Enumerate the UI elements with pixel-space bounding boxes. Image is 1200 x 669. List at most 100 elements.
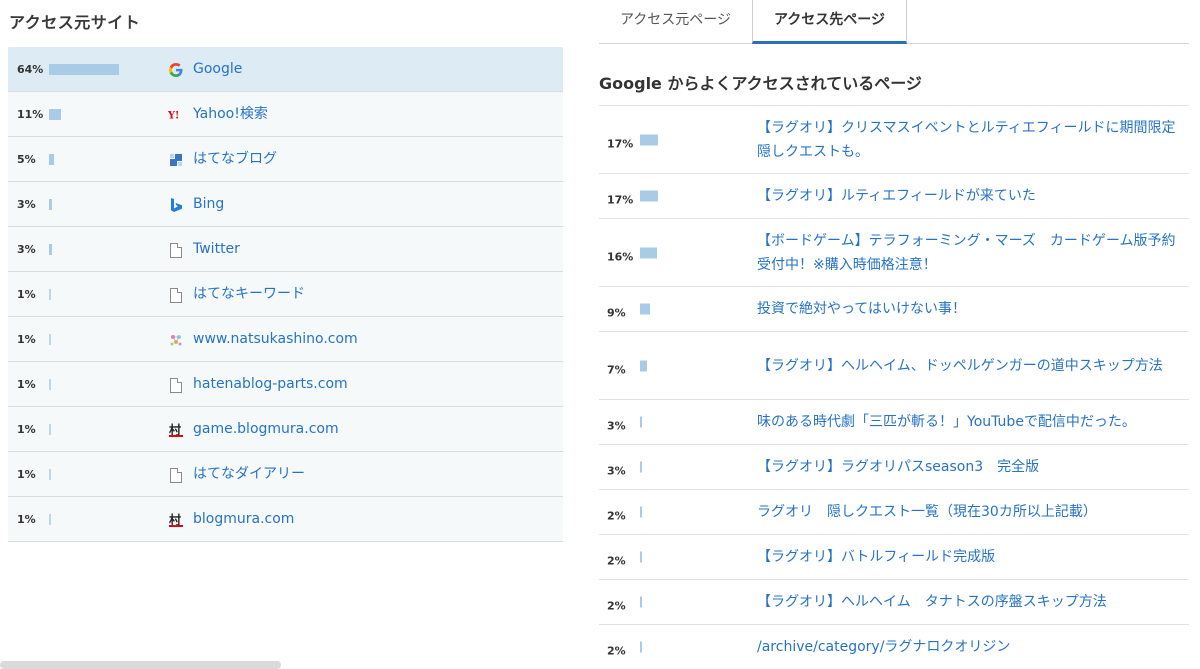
access-sources-table: 64% Google 11% Y! Yahoo!検索 5% はてなブログ 3% Bing 3% Tw… bbox=[8, 47, 563, 542]
source-row[interactable]: 3% Bing bbox=[8, 182, 563, 227]
source-row[interactable]: 1% www.natsukashino.com bbox=[8, 317, 563, 362]
source-link[interactable]: hatenablog-parts.com bbox=[193, 362, 348, 407]
page-row: 3% 【ラグオリ】ラグオリパスseason3 完全版 bbox=[599, 445, 1189, 490]
tab-referrer-pages[interactable]: アクセス元ページ bbox=[599, 0, 752, 44]
page-link[interactable]: 味のある時代劇「三匹が斬る！」YouTubeで配信中だった。 bbox=[757, 410, 1185, 434]
page-row: 16% 【ボードゲーム】テラフォーミング・マーズ カードゲーム版予約受付中！※購入… bbox=[599, 219, 1189, 287]
source-share-bar bbox=[49, 154, 54, 165]
source-link[interactable]: はてなダイアリー bbox=[193, 452, 305, 497]
page-link[interactable]: 【ラグオリ】クリスマスイベントとルティエフィールドに期間限定隠しクエストも。 bbox=[757, 116, 1185, 164]
source-share-bar bbox=[49, 64, 119, 75]
document-icon bbox=[168, 287, 184, 303]
page-percent: 3% bbox=[607, 464, 626, 478]
page-share-bar bbox=[640, 551, 642, 563]
page-row: 2% ラグオリ 隠しクエスト一覧（現在30カ所以上記載） bbox=[599, 490, 1189, 535]
popular-pages-table: 17% 【ラグオリ】クリスマスイベントとルティエフィールドに期間限定隠しクエストも… bbox=[599, 105, 1189, 669]
source-link[interactable]: はてなブログ bbox=[193, 137, 277, 182]
page-row: 2% /archive/category/ラグナロクオリジン bbox=[599, 625, 1189, 669]
source-percent: 5% bbox=[17, 153, 36, 166]
page-link[interactable]: 【ラグオリ】バトルフィールド完成版 bbox=[757, 545, 1185, 569]
source-share-bar bbox=[49, 379, 51, 390]
source-percent: 3% bbox=[17, 198, 36, 211]
source-link[interactable]: Google bbox=[193, 47, 242, 92]
source-link[interactable]: Twitter bbox=[193, 227, 240, 272]
source-row[interactable]: 64% Google bbox=[8, 47, 563, 92]
access-sources-title: アクセス元サイト bbox=[9, 13, 141, 32]
source-row[interactable]: 11% Y! Yahoo!検索 bbox=[8, 92, 563, 137]
source-share-bar bbox=[49, 199, 52, 210]
horizontal-scrollbar[interactable] bbox=[0, 661, 281, 669]
source-link[interactable]: Bing bbox=[193, 182, 224, 227]
page-share-bar bbox=[640, 641, 642, 653]
tab-destination-pages[interactable]: アクセス先ページ bbox=[752, 0, 907, 44]
page-percent: 2% bbox=[607, 644, 626, 658]
document-icon bbox=[168, 377, 184, 393]
source-link[interactable]: game.blogmura.com bbox=[193, 407, 339, 452]
page-share-bar bbox=[640, 461, 642, 473]
source-row[interactable]: 1% hatenablog-parts.com bbox=[8, 362, 563, 407]
page-tabs: アクセス元ページ アクセス先ページ bbox=[599, 0, 1189, 44]
page-share-bar bbox=[640, 134, 658, 145]
page-link[interactable]: /archive/category/ラグナロクオリジン bbox=[757, 635, 1185, 659]
source-row[interactable]: 3% Twitter bbox=[8, 227, 563, 272]
page-link[interactable]: 【ラグオリ】ルティエフィールドが来ていた bbox=[757, 184, 1185, 208]
source-percent: 1% bbox=[17, 513, 36, 526]
source-row[interactable]: 1% 村 game.blogmura.com bbox=[8, 407, 563, 452]
page-row: 7% 【ラグオリ】ヘルヘイム、ドッペルゲンガーの道中スキップ方法 bbox=[599, 332, 1189, 400]
page-share-bar bbox=[640, 506, 642, 518]
page-link[interactable]: 【ラグオリ】ヘルヘイム タナトスの序盤スキップ方法 bbox=[757, 590, 1185, 614]
source-share-bar bbox=[49, 244, 52, 255]
source-percent: 1% bbox=[17, 288, 36, 301]
source-percent: 1% bbox=[17, 423, 36, 436]
hatenablog-icon bbox=[168, 152, 184, 168]
bing-icon bbox=[168, 197, 184, 213]
page-percent: 3% bbox=[607, 419, 626, 433]
source-share-bar bbox=[49, 514, 51, 525]
page-link[interactable]: 投資で絶対やってはいけない事！ bbox=[757, 297, 1185, 321]
page-link[interactable]: 【ボードゲーム】テラフォーミング・マーズ カードゲーム版予約受付中！※購入時価格… bbox=[757, 229, 1185, 277]
source-row[interactable]: 1% はてなキーワード bbox=[8, 272, 563, 317]
page-share-bar bbox=[640, 416, 642, 428]
page-row: 17% 【ラグオリ】クリスマスイベントとルティエフィールドに期間限定隠しクエストも… bbox=[599, 106, 1189, 174]
page-share-bar bbox=[640, 360, 647, 371]
page-percent: 17% bbox=[607, 193, 634, 207]
page-link[interactable]: 【ラグオリ】ラグオリパスseason3 完全版 bbox=[757, 455, 1185, 479]
page-link[interactable]: ラグオリ 隠しクエスト一覧（現在30カ所以上記載） bbox=[757, 500, 1185, 524]
blogmura-icon: 村 bbox=[168, 512, 184, 528]
popular-pages-title: Google からよくアクセスされているページ bbox=[599, 74, 922, 93]
source-link[interactable]: Yahoo!検索 bbox=[193, 92, 268, 137]
source-share-bar bbox=[49, 109, 61, 120]
blogmura-icon: 村 bbox=[168, 422, 184, 438]
page-percent: 16% bbox=[607, 250, 634, 263]
source-percent: 1% bbox=[17, 333, 36, 346]
page-share-bar bbox=[640, 190, 658, 202]
source-share-bar bbox=[49, 469, 51, 480]
page-row: 17% 【ラグオリ】ルティエフィールドが来ていた bbox=[599, 174, 1189, 219]
page-link[interactable]: 【ラグオリ】ヘルヘイム、ドッペルゲンガーの道中スキップ方法 bbox=[757, 354, 1185, 378]
page-percent: 2% bbox=[607, 554, 626, 568]
source-row[interactable]: 1% 村 blogmura.com bbox=[8, 497, 563, 542]
source-percent: 1% bbox=[17, 378, 36, 391]
page-row: 2% 【ラグオリ】ヘルヘイム タナトスの序盤スキップ方法 bbox=[599, 580, 1189, 625]
source-share-bar bbox=[49, 334, 51, 345]
svg-text:Y!: Y! bbox=[168, 111, 179, 121]
page-row: 2% 【ラグオリ】バトルフィールド完成版 bbox=[599, 535, 1189, 580]
page-share-bar bbox=[640, 596, 642, 608]
source-link[interactable]: blogmura.com bbox=[193, 497, 294, 542]
source-row[interactable]: 5% はてなブログ bbox=[8, 137, 563, 182]
source-link[interactable]: www.natsukashino.com bbox=[193, 317, 358, 362]
page-percent: 2% bbox=[607, 599, 626, 613]
page-percent: 9% bbox=[607, 306, 626, 320]
source-row[interactable]: 1% はてなダイアリー bbox=[8, 452, 563, 497]
source-link[interactable]: はてなキーワード bbox=[193, 272, 305, 317]
page-row: 3% 味のある時代劇「三匹が斬る！」YouTubeで配信中だった。 bbox=[599, 400, 1189, 445]
page-row: 9% 投資で絶対やってはいけない事！ bbox=[599, 287, 1189, 332]
document-icon bbox=[168, 242, 184, 258]
page-share-bar bbox=[640, 247, 657, 258]
yahoo-icon: Y! bbox=[168, 107, 184, 123]
source-percent: 3% bbox=[17, 243, 36, 256]
natsukashino-icon bbox=[168, 332, 184, 348]
page-percent: 17% bbox=[607, 137, 634, 150]
source-percent: 1% bbox=[17, 468, 36, 481]
svg-text:村: 村 bbox=[169, 512, 181, 527]
